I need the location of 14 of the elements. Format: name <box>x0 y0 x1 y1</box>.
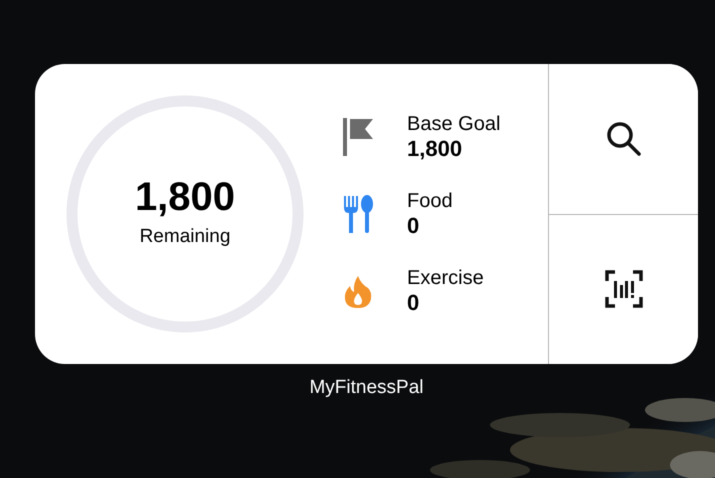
stat-label: Exercise <box>407 266 484 290</box>
app-name: MyFitnessPal <box>309 376 424 400</box>
fork-and-spoon-icon <box>341 193 375 235</box>
stat-value: 1,800 <box>407 136 464 162</box>
stat-value: 0 <box>407 213 420 239</box>
barcode-icon <box>604 270 642 308</box>
search-icon <box>604 120 642 158</box>
remaining-value: 1,800 <box>134 176 236 217</box>
stat-value: 0 <box>407 290 420 316</box>
barcode-scan-button[interactable] <box>549 214 698 364</box>
flag-icon <box>341 116 375 158</box>
remaining-label: Remaining <box>140 224 230 249</box>
stat-label: Food <box>407 189 453 213</box>
stat-label: Base Goal <box>407 112 500 136</box>
